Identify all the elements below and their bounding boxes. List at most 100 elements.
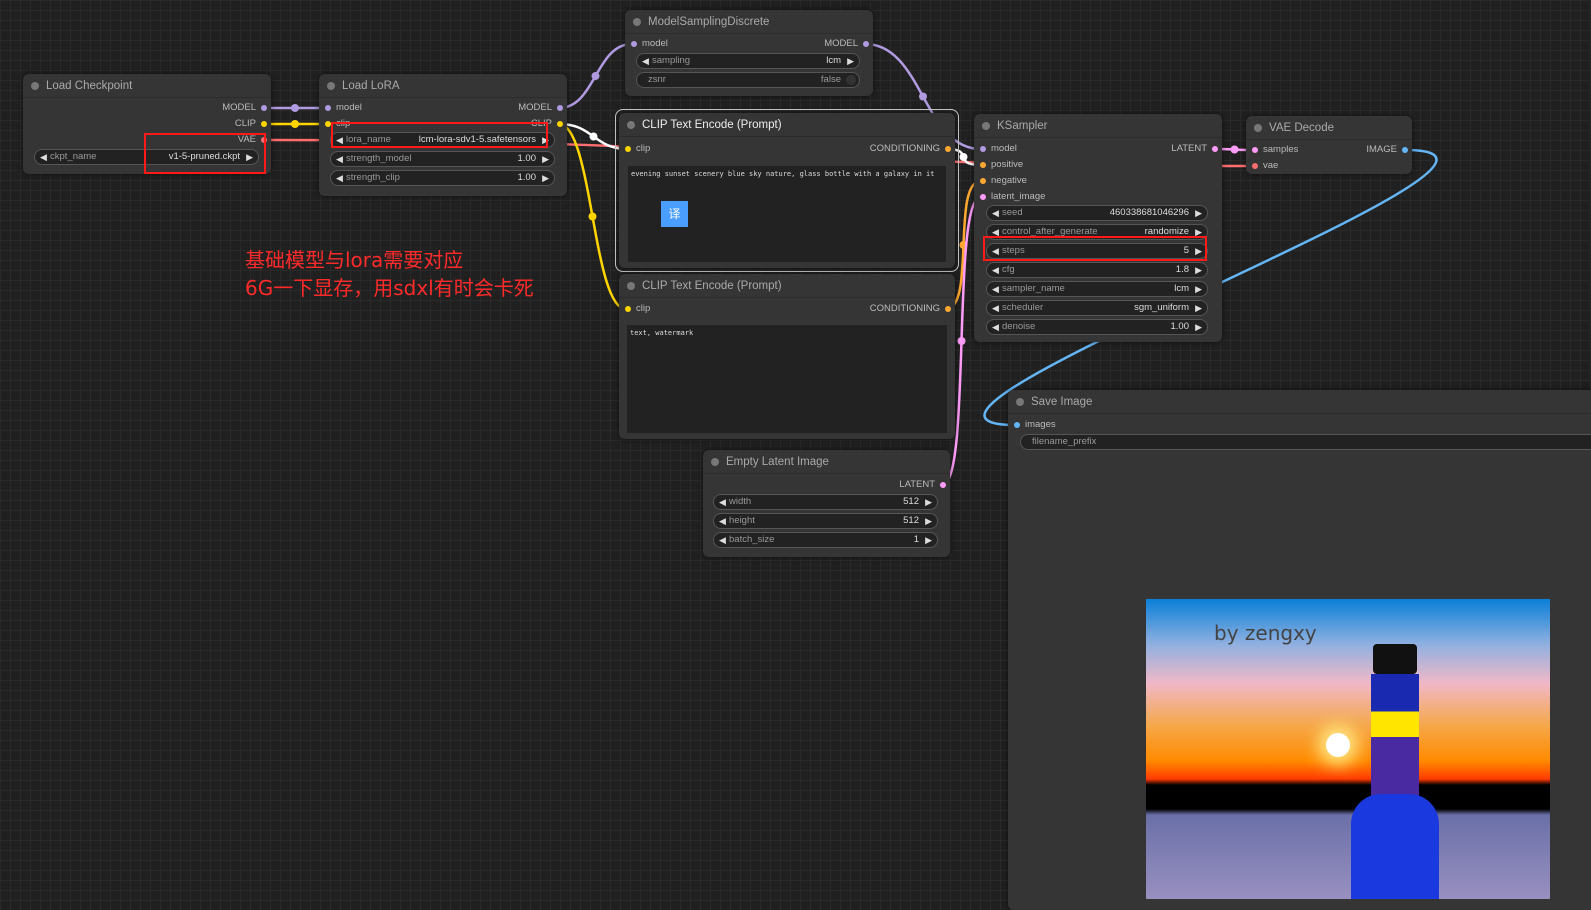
wire-midpoint-handle[interactable] [1230, 145, 1239, 154]
save-image-node[interactable]: Save Image images filename_prefix by zen… [1008, 390, 1591, 910]
input-positive[interactable]: positive [978, 158, 1023, 172]
input-clip[interactable]: clip [623, 142, 650, 156]
input-model[interactable]: model [629, 37, 668, 51]
empty-latent-image-node[interactable]: Empty Latent Image LATENT ◀ width 512 ▶ ◀ hei… [703, 450, 950, 557]
arrow-left-icon[interactable]: ◀ [992, 320, 999, 334]
slot-dot[interactable] [863, 41, 869, 47]
output-model[interactable]: MODEL [518, 101, 563, 115]
clip-text-encode-negative-node[interactable]: CLIP Text Encode (Prompt) clip CONDITION… [619, 274, 955, 439]
arrow-right-icon[interactable]: ▶ [925, 533, 932, 547]
node-title[interactable]: KSampler [974, 114, 1222, 138]
widget-denoise[interactable]: ◀ denoise 1.00 ▶ [986, 319, 1208, 335]
slot-dot[interactable] [980, 162, 986, 168]
output-clip[interactable]: CLIP [235, 117, 267, 131]
arrow-left-icon[interactable]: ◀ [719, 514, 726, 528]
output-model[interactable]: MODEL [222, 101, 267, 115]
slot-dot[interactable] [325, 105, 331, 111]
arrow-right-icon[interactable]: ▶ [542, 171, 549, 185]
arrow-right-icon[interactable]: ▶ [1195, 282, 1202, 296]
arrow-left-icon[interactable]: ◀ [40, 150, 47, 164]
filename-prefix-widget[interactable]: filename_prefix [1020, 434, 1591, 450]
node-title[interactable]: VAE Decode [1246, 116, 1412, 140]
slot-dot[interactable] [980, 178, 986, 184]
node-title[interactable]: Save Image [1008, 390, 1591, 414]
arrow-right-icon[interactable]: ▶ [1195, 320, 1202, 334]
wire-midpoint-handle[interactable] [591, 72, 600, 80]
wire-midpoint-handle[interactable] [959, 153, 968, 161]
widget-height[interactable]: ◀ height 512 ▶ [713, 513, 938, 529]
toggle-knob-icon[interactable] [846, 75, 856, 85]
widget-sampler-name[interactable]: ◀ sampler_name lcm ▶ [986, 281, 1208, 297]
input-latent-image[interactable]: latent_image [978, 190, 1045, 204]
arrow-left-icon[interactable]: ◀ [992, 282, 999, 296]
slot-dot[interactable] [557, 105, 563, 111]
widget-seed[interactable]: ◀ seed 460338681046296 ▶ [986, 205, 1208, 221]
widget-scheduler[interactable]: ◀ scheduler sgm_uniform ▶ [986, 300, 1208, 316]
input-images[interactable]: images [1012, 418, 1056, 432]
wire-midpoint-handle[interactable] [959, 241, 968, 249]
vae-decode-node[interactable]: VAE Decode samples vae IMAGE [1246, 116, 1412, 174]
widget-strength-model[interactable]: ◀ strength_model 1.00 ▶ [330, 151, 555, 167]
arrow-left-icon[interactable]: ◀ [336, 171, 343, 185]
node-title[interactable]: Load Checkpoint [23, 74, 271, 98]
input-clip[interactable]: clip [623, 302, 650, 316]
arrow-right-icon[interactable]: ▶ [1195, 301, 1202, 315]
wire-midpoint-handle[interactable] [957, 337, 966, 345]
input-model[interactable]: model [978, 142, 1017, 156]
node-title[interactable]: CLIP Text Encode (Prompt) [619, 274, 955, 298]
input-negative[interactable]: negative [978, 174, 1027, 188]
prompt-textarea[interactable]: text, watermark [627, 325, 947, 433]
model-sampling-discrete-node[interactable]: ModelSamplingDiscrete model MODEL ◀ sampl… [625, 10, 873, 96]
slot-dot[interactable] [980, 146, 986, 152]
zsnr-toggle[interactable]: zsnr false [636, 72, 860, 88]
output-model[interactable]: MODEL [824, 37, 869, 51]
slot-dot[interactable] [1014, 422, 1020, 428]
slot-dot[interactable] [945, 306, 951, 312]
ksampler-node[interactable]: KSampler model positive negative latent_ima… [974, 114, 1222, 342]
output-conditioning[interactable]: CONDITIONING [870, 302, 951, 316]
arrow-left-icon[interactable]: ◀ [992, 206, 999, 220]
node-title[interactable]: Empty Latent Image [703, 450, 950, 474]
translate-button[interactable]: 译 [661, 201, 688, 227]
sampling-widget[interactable]: ◀ sampling lcm ▶ [636, 53, 860, 69]
arrow-right-icon[interactable]: ▶ [925, 514, 932, 528]
slot-dot[interactable] [1252, 163, 1258, 169]
wire-midpoint-handle[interactable] [588, 212, 597, 221]
slot-dot[interactable] [1402, 147, 1408, 153]
node-title[interactable]: ModelSamplingDiscrete [625, 10, 873, 34]
clip-text-encode-positive-node[interactable]: CLIP Text Encode (Prompt) clip CONDITION… [619, 113, 955, 268]
wire-midpoint-handle[interactable] [589, 132, 598, 141]
slot-dot[interactable] [625, 146, 631, 152]
input-model[interactable]: model [323, 101, 362, 115]
slot-dot[interactable] [945, 146, 951, 152]
widget-width[interactable]: ◀ width 512 ▶ [713, 494, 938, 510]
wire-midpoint-handle[interactable] [291, 104, 299, 112]
slot-dot[interactable] [940, 482, 946, 488]
slot-dot[interactable] [557, 121, 563, 127]
output-image[interactable]: IMAGE [1366, 143, 1408, 157]
slot-dot[interactable] [261, 105, 267, 111]
arrow-right-icon[interactable]: ▶ [1195, 263, 1202, 277]
slot-dot[interactable] [261, 121, 267, 127]
output-latent[interactable]: LATENT [899, 478, 946, 492]
widget-strength-clip[interactable]: ◀ strength_clip 1.00 ▶ [330, 170, 555, 186]
arrow-left-icon[interactable]: ◀ [719, 495, 726, 509]
output-latent[interactable]: LATENT [1171, 142, 1218, 156]
arrow-right-icon[interactable]: ▶ [1195, 206, 1202, 220]
slot-dot[interactable] [631, 41, 637, 47]
widget-batch-size[interactable]: ◀ batch_size 1 ▶ [713, 532, 938, 548]
input-vae[interactable]: vae [1250, 159, 1278, 173]
node-title[interactable]: Load LoRA [319, 74, 567, 98]
wire-midpoint-handle[interactable] [919, 92, 927, 101]
arrow-left-icon[interactable]: ◀ [642, 54, 649, 68]
output-conditioning[interactable]: CONDITIONING [870, 142, 951, 156]
slot-dot[interactable] [980, 194, 986, 200]
output-image-preview[interactable]: by zengxy [1146, 599, 1550, 899]
widget-cfg[interactable]: ◀ cfg 1.8 ▶ [986, 262, 1208, 278]
node-title[interactable]: CLIP Text Encode (Prompt) [619, 113, 955, 137]
arrow-right-icon[interactable]: ▶ [542, 152, 549, 166]
slot-dot[interactable] [1252, 147, 1258, 153]
input-samples[interactable]: samples [1250, 143, 1298, 157]
arrow-left-icon[interactable]: ◀ [992, 263, 999, 277]
wire-midpoint-handle[interactable] [291, 120, 299, 128]
